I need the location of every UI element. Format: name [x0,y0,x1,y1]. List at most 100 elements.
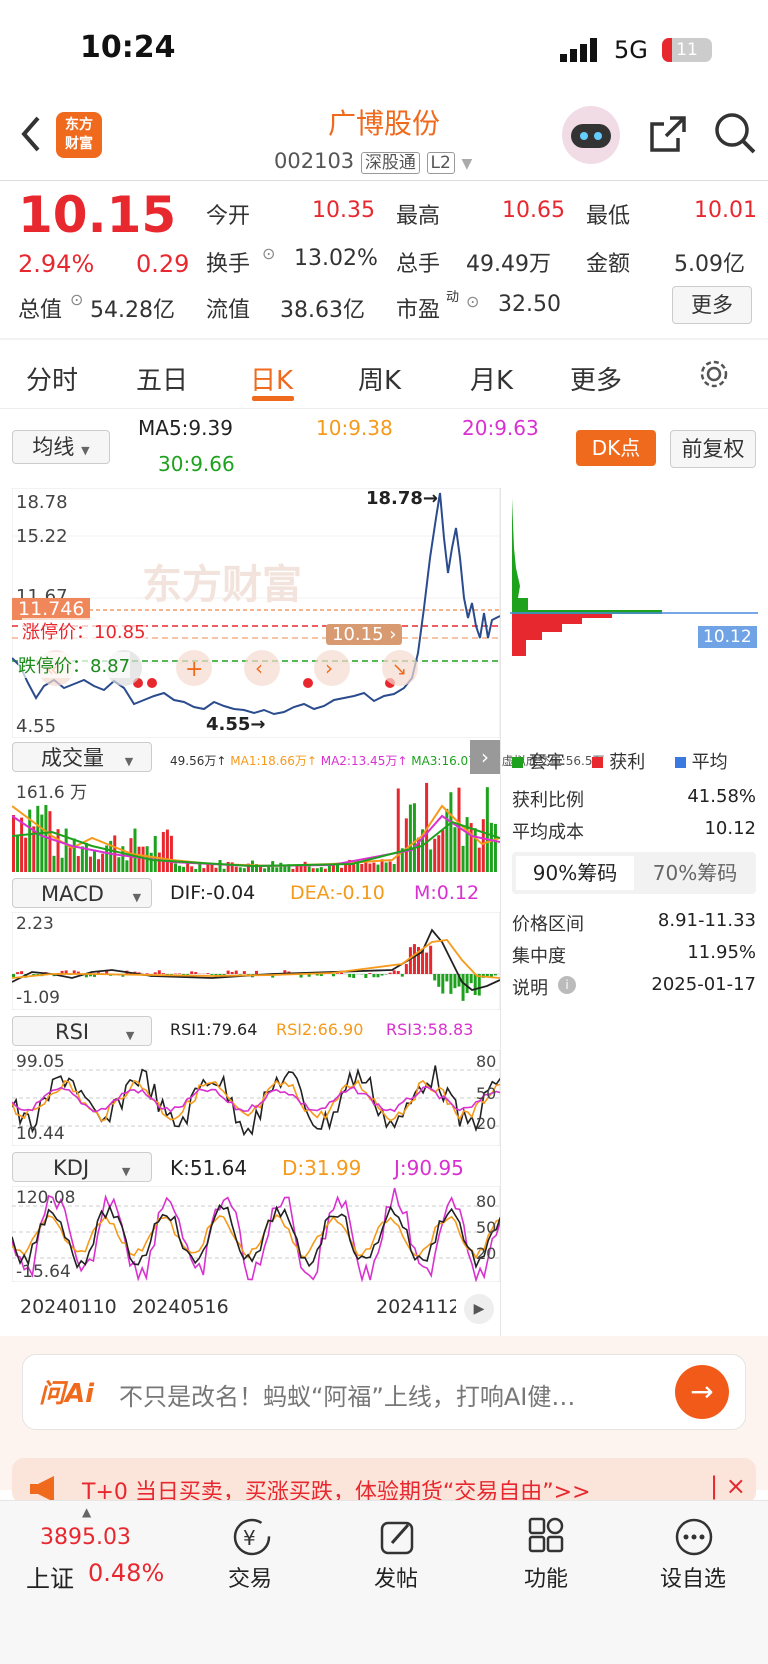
note-label: 说明 [512,974,548,1000]
volume-bar [486,787,489,872]
macd-bar [190,971,193,974]
macd-bar [194,972,197,974]
info-icon[interactable]: i [558,976,576,994]
macd-bar [466,974,469,993]
svg-text:↘: ↘ [392,659,407,680]
macd-bar [385,974,388,975]
functions-icon[interactable] [526,1517,566,1557]
tab-more[interactable]: 更多 [570,360,622,397]
more-dots-icon[interactable] [674,1517,714,1557]
divider [0,180,768,181]
trade-icon[interactable]: ¥ [230,1517,274,1557]
svg-text:‹: ‹ [255,656,263,680]
nav-post[interactable]: 发帖 [374,1561,418,1593]
macd-bar [320,974,323,976]
share-icon[interactable] [648,114,688,154]
tab-daily-k[interactable]: 日K [250,360,293,397]
macd-dea: DEA:-0.10 [290,882,385,904]
ai-search-bar[interactable]: 问Ai 不只是改名！蚂蚁“阿福”上线，打响AI健… → [22,1354,746,1430]
macd-m: M:0.12 [414,882,479,904]
more-button[interactable]: 更多 [672,286,752,324]
volume-bar [20,818,23,872]
svg-text:+: + [185,657,203,682]
volume-bar [40,815,43,872]
volume-bar [490,823,493,872]
profit-ratio-label: 获利比例 [512,786,584,812]
macd-bar [372,974,375,977]
axis-max: 18.78 [16,492,68,513]
macd-dif: DIF:-0.04 [170,882,255,904]
volume-bar [194,869,197,872]
scroll-right-icon[interactable]: ▶ [464,1294,494,1324]
volume-bar [352,864,355,872]
macd-bar [368,973,371,974]
macd-selector[interactable]: MACD ▼ [12,878,152,908]
index-name[interactable]: 上证 [26,1559,74,1594]
tab-70-chips[interactable]: 70%筹码 [636,856,754,890]
macd-bar [154,972,157,974]
volume-bar [267,867,270,872]
ai-robot-avatar[interactable] [562,106,620,164]
volume-bar [215,868,218,872]
kdj-80: 80 [476,1192,496,1211]
info-icon[interactable]: ⊙ [262,244,275,263]
search-icon[interactable] [714,112,758,156]
macd-bar [413,944,416,974]
volume-bar [12,815,15,872]
price-marker[interactable]: 10.15 › [326,624,402,645]
adjust-button[interactable]: 前复权 [670,430,756,468]
nav-trade[interactable]: 交易 [228,1561,272,1593]
kdjd-line [12,1215,500,1258]
nav-functions[interactable]: 功能 [524,1561,568,1593]
ma30-value: 30:9.66 [158,452,235,476]
change-amount: 0.29 [136,250,189,278]
volume-bar [449,792,452,872]
tab-weekly-k[interactable]: 周K [358,360,401,397]
volume-bar [429,849,432,872]
settings-gear-icon[interactable] [698,358,730,390]
info-icon[interactable]: ⊙ [466,292,479,311]
rsi-20: 20 [476,1114,496,1133]
macd-bar [397,971,400,974]
volume-bar [138,847,141,872]
volume-bar [101,854,104,872]
rsi-selector[interactable]: RSI ▼ [12,1016,152,1046]
macd-bar [445,974,448,981]
rsi3-line [12,1087,500,1112]
info-icon[interactable]: ⊙ [70,290,83,309]
macd-bar [352,974,355,978]
kdj-selector[interactable]: KDJ ▼ [12,1152,152,1182]
macd-bar [12,974,15,977]
volume-selector[interactable]: 成交量 ▼ [12,742,152,772]
volume-bar [48,811,51,872]
tab-intraday[interactable]: 分时 [26,360,78,397]
ma-selector[interactable]: 均线 ▼ [12,430,110,464]
close-icon[interactable]: | × [710,1472,746,1500]
price-range-label: 价格区间 [512,910,584,936]
volume-bar [162,832,165,872]
high-label: 最高 [396,198,440,230]
promo-banner[interactable]: T+0 当日买卖，买涨买跌，体验期货“交易自由”>> | × [12,1458,756,1504]
tab-five-day[interactable]: 五日 [136,360,188,397]
volume-bar [223,869,226,872]
ai-go-button[interactable]: → [675,1365,729,1419]
volume-bar [142,847,145,872]
pe-sup: 动 [446,286,459,305]
tab-90-chips[interactable]: 90%筹码 [516,856,634,890]
dk-point-button[interactable]: DK点 [576,430,656,466]
ma10-value: 10:9.38 [316,416,393,440]
volume-bar [53,856,56,872]
volume-bar [393,864,396,872]
macd-bar [474,974,477,995]
macd-bar [178,973,181,974]
expand-panel-button[interactable]: › [470,740,500,774]
macd-bar [470,974,473,983]
post-icon[interactable] [378,1517,418,1557]
tab-monthly-k[interactable]: 月K [470,360,513,397]
kdj-d: D:31.99 [282,1156,361,1180]
stock-code-row[interactable]: 002103 深股通 L2 ▼ [274,148,472,173]
macd-bar [478,974,481,996]
nav-add-watchlist[interactable]: 设自选 [660,1561,726,1593]
macd-bar [332,974,335,976]
macd-bar [162,973,165,974]
